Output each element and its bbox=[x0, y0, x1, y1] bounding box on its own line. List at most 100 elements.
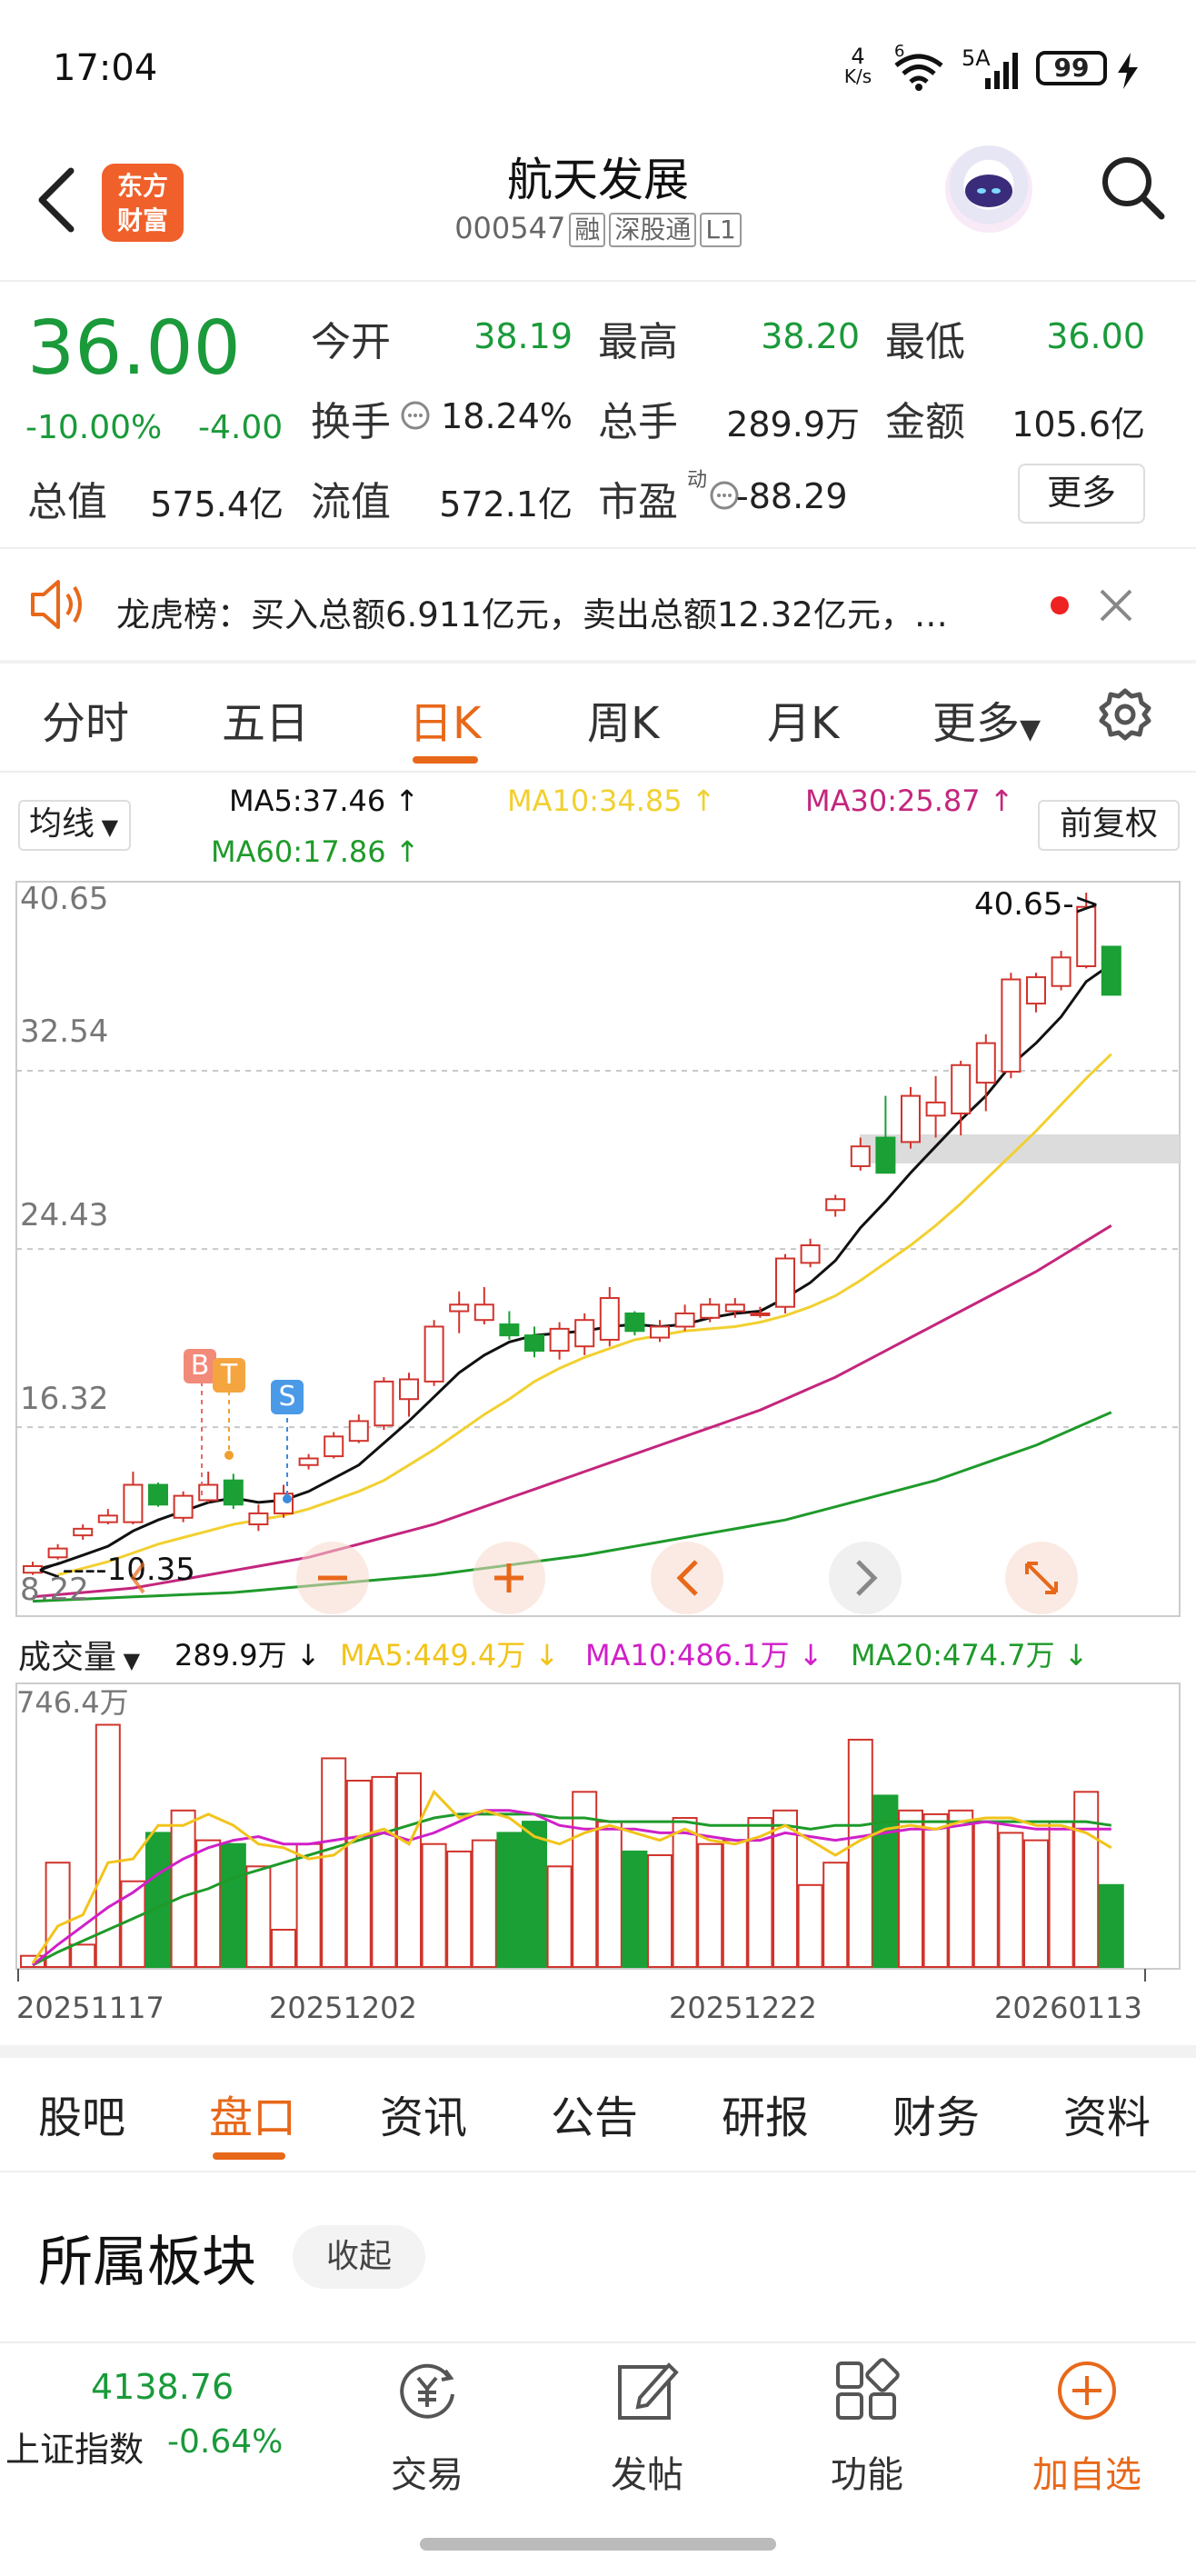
open-label: 今开 bbox=[311, 319, 391, 365]
volume-bar bbox=[596, 1821, 623, 1968]
ma30-line bbox=[32, 1224, 1112, 1599]
candle-body bbox=[624, 1312, 645, 1333]
tab-daily-k[interactable]: 日K bbox=[409, 687, 481, 751]
candle bbox=[223, 1473, 244, 1510]
tab-five-day[interactable]: 五日 bbox=[222, 687, 309, 751]
candle bbox=[298, 1453, 319, 1470]
tab-profile[interactable]: 资料 bbox=[1063, 2082, 1151, 2145]
price-change: -4.00 bbox=[198, 409, 284, 446]
add-watchlist-icon bbox=[1058, 2361, 1116, 2420]
candle bbox=[374, 1377, 394, 1431]
tab-intraday[interactable]: 分时 bbox=[42, 687, 129, 751]
vol-ma10-legend: MA10:486.1万 ↓ bbox=[585, 1638, 823, 1672]
volume-bar bbox=[1048, 1821, 1074, 1968]
candle bbox=[173, 1491, 194, 1523]
volume-bar bbox=[1023, 1839, 1049, 1968]
volume-chart[interactable]: 746.4万 bbox=[0, 1682, 1196, 1982]
volume-bar bbox=[245, 1865, 272, 1968]
candle-body bbox=[499, 1323, 520, 1337]
volume-bar bbox=[371, 1775, 397, 1968]
zoom-out-button[interactable] bbox=[296, 1542, 369, 1614]
scroll-left-button[interactable] bbox=[651, 1542, 723, 1614]
nav-post[interactable]: 发帖 bbox=[574, 2445, 720, 2498]
turnover-label: 换手 bbox=[311, 399, 391, 445]
tab-order-book[interactable]: 盘口 bbox=[209, 2082, 296, 2145]
fullscreen-button[interactable] bbox=[1005, 1542, 1078, 1614]
scroll-right-button[interactable] bbox=[829, 1542, 902, 1614]
search-icon[interactable] bbox=[1098, 153, 1167, 222]
candle bbox=[574, 1313, 595, 1355]
candle-body bbox=[875, 1136, 896, 1174]
candle bbox=[449, 1291, 470, 1333]
candle-body bbox=[348, 1420, 369, 1443]
index-change: -0.64% bbox=[167, 2423, 284, 2461]
tab-monthly-k[interactable]: 月K bbox=[767, 687, 839, 751]
home-indicator[interactable] bbox=[420, 2538, 776, 2551]
candle bbox=[123, 1472, 144, 1525]
indicator-select[interactable]: 均线 ▼ bbox=[18, 800, 131, 851]
tab-more-periods[interactable]: 更多▼ bbox=[932, 687, 1041, 751]
candle-body bbox=[674, 1312, 695, 1328]
news-text[interactable]: 龙虎榜：买入总额6.911亿元，卖出总额12.32亿元，… bbox=[116, 587, 1025, 636]
nav-functions[interactable]: 功能 bbox=[794, 2445, 940, 2498]
candle-body bbox=[825, 1198, 846, 1212]
collapse-button[interactable]: 收起 bbox=[293, 2225, 425, 2289]
candle-body bbox=[750, 1312, 771, 1316]
stock-name: 航天发展 bbox=[507, 154, 689, 206]
volume-bar bbox=[797, 1883, 823, 1968]
candle bbox=[825, 1194, 846, 1217]
candle bbox=[925, 1075, 946, 1138]
date-label-4: 20260113 bbox=[994, 1991, 1142, 2025]
tag-margin: 融 bbox=[569, 213, 606, 247]
kline-chart[interactable]: B T S 40.65-> <----10.35 40.65 32.54 24.… bbox=[0, 873, 1196, 1618]
nav-add-watchlist[interactable]: 加自选 bbox=[1014, 2445, 1160, 2498]
candle-body bbox=[473, 1303, 494, 1322]
volume-bar bbox=[70, 1943, 96, 1968]
candle bbox=[1101, 945, 1121, 996]
function-grid-icon bbox=[836, 2358, 900, 2420]
back-icon[interactable] bbox=[31, 164, 85, 236]
more-quote-button[interactable]: 更多 bbox=[1018, 464, 1145, 524]
volume-label: 总手 bbox=[598, 399, 678, 445]
gear-icon[interactable] bbox=[1098, 687, 1152, 742]
float-cap-value: 572.1亿 bbox=[439, 484, 573, 524]
tab-news[interactable]: 资讯 bbox=[380, 2082, 467, 2145]
candle-body bbox=[650, 1325, 670, 1339]
volume-bar bbox=[145, 1832, 171, 1968]
trade-icon bbox=[400, 2363, 454, 2419]
charging-icon bbox=[1118, 53, 1138, 89]
candle-body bbox=[925, 1101, 946, 1117]
volume-indicator-select[interactable]: 成交量 ▼ bbox=[18, 1631, 140, 1678]
close-icon[interactable] bbox=[1098, 587, 1134, 624]
assistant-avatar[interactable] bbox=[945, 145, 1032, 233]
tab-research[interactable]: 研报 bbox=[722, 2082, 809, 2145]
candle-body bbox=[449, 1303, 470, 1313]
low-label: 最低 bbox=[885, 319, 965, 365]
zoom-in-button[interactable] bbox=[473, 1542, 545, 1614]
nav-trade[interactable]: 交易 bbox=[354, 2445, 500, 2498]
app-logo[interactable]: 东方 财富 bbox=[102, 164, 184, 242]
tab-weekly-k[interactable]: 周K bbox=[587, 687, 659, 751]
info-icon-pe[interactable] bbox=[709, 480, 740, 511]
candle bbox=[700, 1298, 721, 1323]
volume-bar bbox=[1073, 1791, 1100, 1968]
info-icon[interactable] bbox=[400, 400, 431, 431]
candle bbox=[424, 1320, 444, 1386]
tab-forum[interactable]: 股吧 bbox=[38, 2082, 125, 2145]
candle-body bbox=[951, 1063, 972, 1114]
candle-body bbox=[223, 1479, 244, 1506]
status-time: 17:04 bbox=[53, 47, 158, 89]
tab-announcements[interactable]: 公告 bbox=[551, 2082, 638, 2145]
mcap-label: 总值 bbox=[27, 479, 107, 525]
candle bbox=[499, 1311, 520, 1340]
candle-body bbox=[148, 1483, 168, 1506]
adjust-button[interactable]: 前复权 bbox=[1038, 800, 1180, 851]
candle bbox=[148, 1483, 168, 1507]
candle-body bbox=[599, 1297, 620, 1341]
y-label-4: 16.32 bbox=[20, 1381, 108, 1417]
volume-bars bbox=[20, 1723, 1124, 1969]
ma60-legend: MA60:17.86 ↑ bbox=[211, 834, 420, 869]
tab-financials[interactable]: 财务 bbox=[892, 2082, 980, 2145]
index-value[interactable]: 4138.76 bbox=[91, 2367, 234, 2407]
index-name[interactable]: 上证指数 bbox=[5, 2421, 144, 2471]
